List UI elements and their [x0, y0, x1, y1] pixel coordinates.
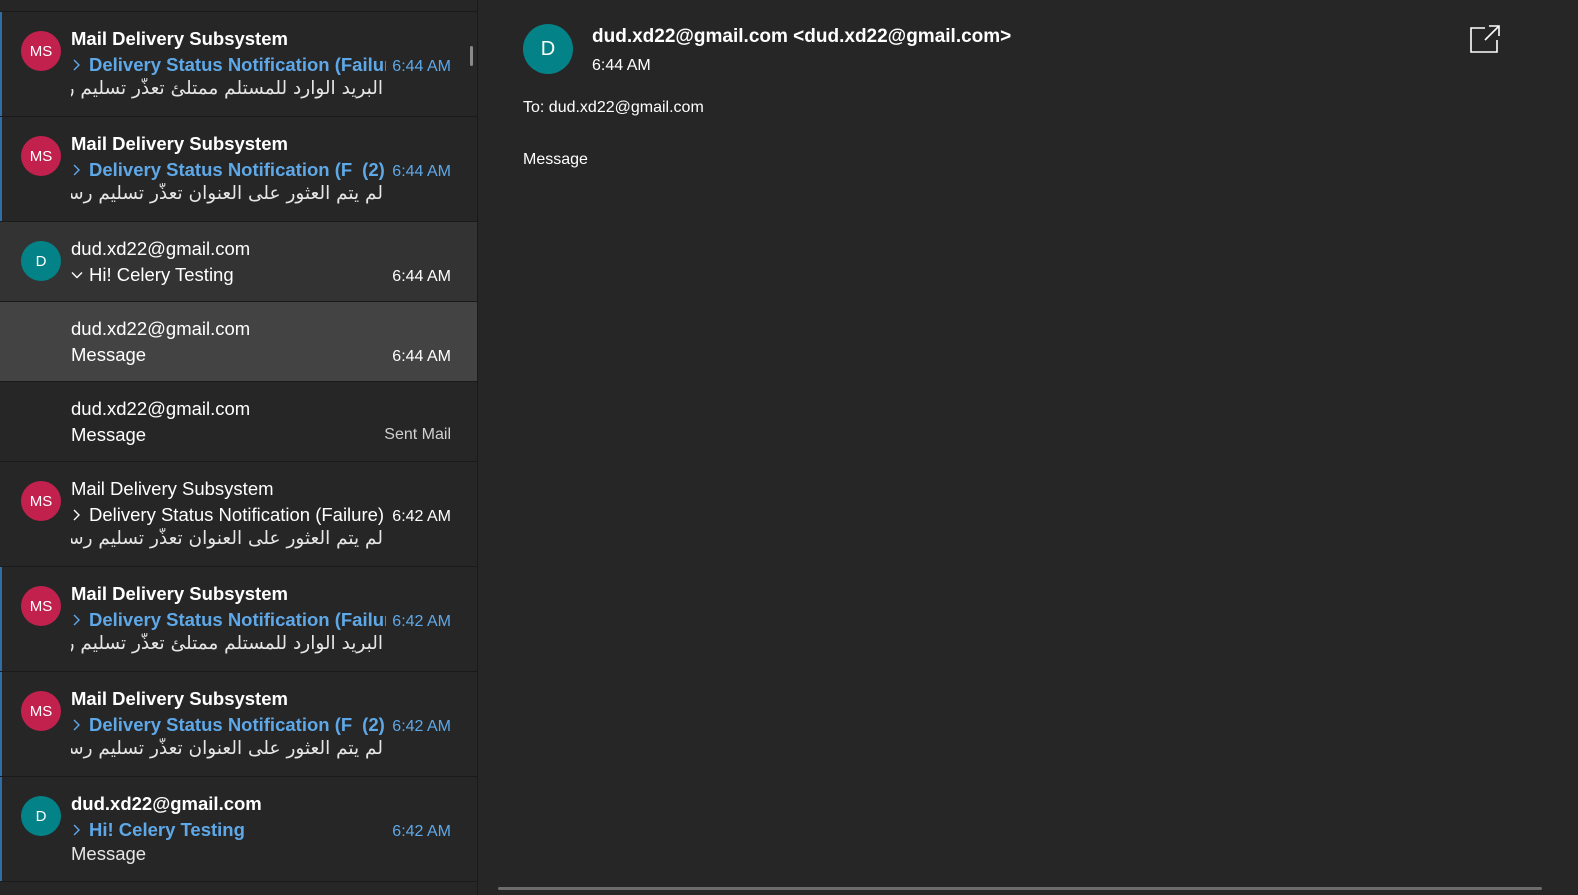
received-time: 6:42 AM: [392, 718, 451, 735]
avatar: D: [21, 241, 61, 281]
message-time: 6:44 AM: [592, 57, 651, 74]
message-list-item[interactable]: MS Mail Delivery Subsystem Delivery Stat…: [0, 12, 477, 117]
sender-name: dud.xd22@gmail.com: [71, 398, 251, 419]
chevron-right-icon[interactable]: [71, 614, 89, 626]
received-time: 6:44 AM: [392, 268, 451, 285]
received-time: 6:42 AM: [392, 823, 451, 840]
subject: Hi! Celery Testing: [89, 264, 234, 285]
sender-avatar: D: [523, 24, 573, 74]
conversation-message-selected[interactable]: dud.xd22@gmail.com Message 6:44 AM: [0, 302, 477, 382]
received-time: 6:42 AM: [392, 613, 451, 630]
received-time: 6:44 AM: [392, 163, 451, 180]
message-list-item[interactable]: MS Mail Delivery Subsystem Delivery Stat…: [0, 117, 477, 222]
message-list-item[interactable]: D dud.xd22@gmail.com Hi! Celery Testing …: [0, 777, 477, 882]
conversation-message[interactable]: dud.xd22@gmail.com Message Sent Mail: [0, 382, 477, 462]
avatar: MS: [21, 481, 61, 521]
message-list-item[interactable]: MS Mail Delivery Subsystem Delivery Stat…: [0, 672, 477, 777]
subject-line: Hi! Celery Testing: [71, 263, 386, 287]
sender-name: dud.xd22@gmail.com: [71, 793, 262, 814]
subject-line: Delivery Status Notification (F (2): [71, 158, 386, 182]
chevron-right-icon[interactable]: [71, 824, 89, 836]
avatar: D: [21, 796, 61, 836]
folder-tag: Sent Mail: [384, 426, 451, 443]
subject: Delivery Status Notification (F: [89, 159, 353, 180]
subject-line: Delivery Status Notification (F (2): [71, 713, 386, 737]
subject-line: Delivery Status Notification (Failure): [71, 503, 386, 527]
list-scrollbar-thumb[interactable]: [470, 46, 473, 66]
chevron-right-icon[interactable]: [71, 509, 89, 521]
message-body: Message: [523, 151, 588, 168]
thread-count: (2): [362, 159, 385, 180]
sender-name: Mail Delivery Subsystem: [71, 478, 274, 499]
message-preview: البريد الوارد للمستلم ممتلئ تعذّر تسليم …: [71, 633, 383, 654]
subject-line: Hi! Celery Testing: [71, 818, 386, 842]
message-preview: Message: [71, 843, 147, 864]
thread-count: (2): [362, 714, 385, 735]
chevron-right-icon[interactable]: [71, 164, 89, 176]
subject: Delivery Status Notification (F: [89, 714, 353, 735]
subject: Hi! Celery Testing: [89, 819, 245, 840]
message-preview: لم يتم العثور على العنوان تعذّر تسليم رس…: [71, 738, 383, 759]
sender-name: Mail Delivery Subsystem: [71, 583, 288, 604]
subject: Delivery Status Notification (Failure): [89, 54, 386, 75]
chevron-right-icon[interactable]: [71, 719, 89, 731]
list-top-edge: [0, 0, 477, 12]
sender-address[interactable]: dud.xd22@gmail.com <dud.xd22@gmail.com>: [592, 26, 1011, 48]
received-time: 6:44 AM: [392, 58, 451, 75]
chevron-right-icon[interactable]: [71, 59, 89, 71]
open-in-new-window-icon[interactable]: [1468, 24, 1502, 54]
reading-pane: D dud.xd22@gmail.com <dud.xd22@gmail.com…: [478, 0, 1578, 895]
avatar: MS: [21, 31, 61, 71]
message-list-item[interactable]: MS Mail Delivery Subsystem Delivery Stat…: [0, 567, 477, 672]
message-list-item[interactable]: MS Mail Delivery Subsystem Delivery Stat…: [0, 462, 477, 567]
message-preview: البريد الوارد للمستلم ممتلئ تعذّر تسليم …: [71, 78, 383, 99]
subject: Delivery Status Notification (Failure): [89, 609, 386, 630]
received-time: 6:42 AM: [392, 508, 451, 525]
sender-name: dud.xd22@gmail.com: [71, 318, 251, 339]
horizontal-scrollbar[interactable]: [498, 887, 1542, 890]
sender-name: dud.xd22@gmail.com: [71, 238, 251, 259]
subject: Delivery Status Notification (Failure): [89, 504, 385, 525]
subject: Message: [71, 424, 147, 445]
sender-name: Mail Delivery Subsystem: [71, 133, 288, 154]
subject: Message: [71, 344, 147, 365]
chevron-down-icon[interactable]: [71, 269, 89, 281]
recipient-line: To: dud.xd22@gmail.com: [523, 99, 704, 116]
subject-line: Delivery Status Notification (Failure): [71, 53, 386, 77]
message-preview: لم يتم العثور على العنوان تعذّر تسليم رس…: [71, 528, 383, 549]
avatar: MS: [21, 586, 61, 626]
message-list: MS Mail Delivery Subsystem Delivery Stat…: [0, 0, 478, 895]
sender-name: Mail Delivery Subsystem: [71, 688, 288, 709]
subject-line: Delivery Status Notification (Failure): [71, 608, 386, 632]
conversation-header[interactable]: D dud.xd22@gmail.com Hi! Celery Testing …: [0, 222, 477, 302]
sender-name: Mail Delivery Subsystem: [71, 28, 288, 49]
avatar: MS: [21, 691, 61, 731]
message-preview: لم يتم العثور على العنوان تعذّر تسليم رس…: [71, 183, 383, 204]
avatar: MS: [21, 136, 61, 176]
received-time: 6:44 AM: [392, 348, 451, 365]
